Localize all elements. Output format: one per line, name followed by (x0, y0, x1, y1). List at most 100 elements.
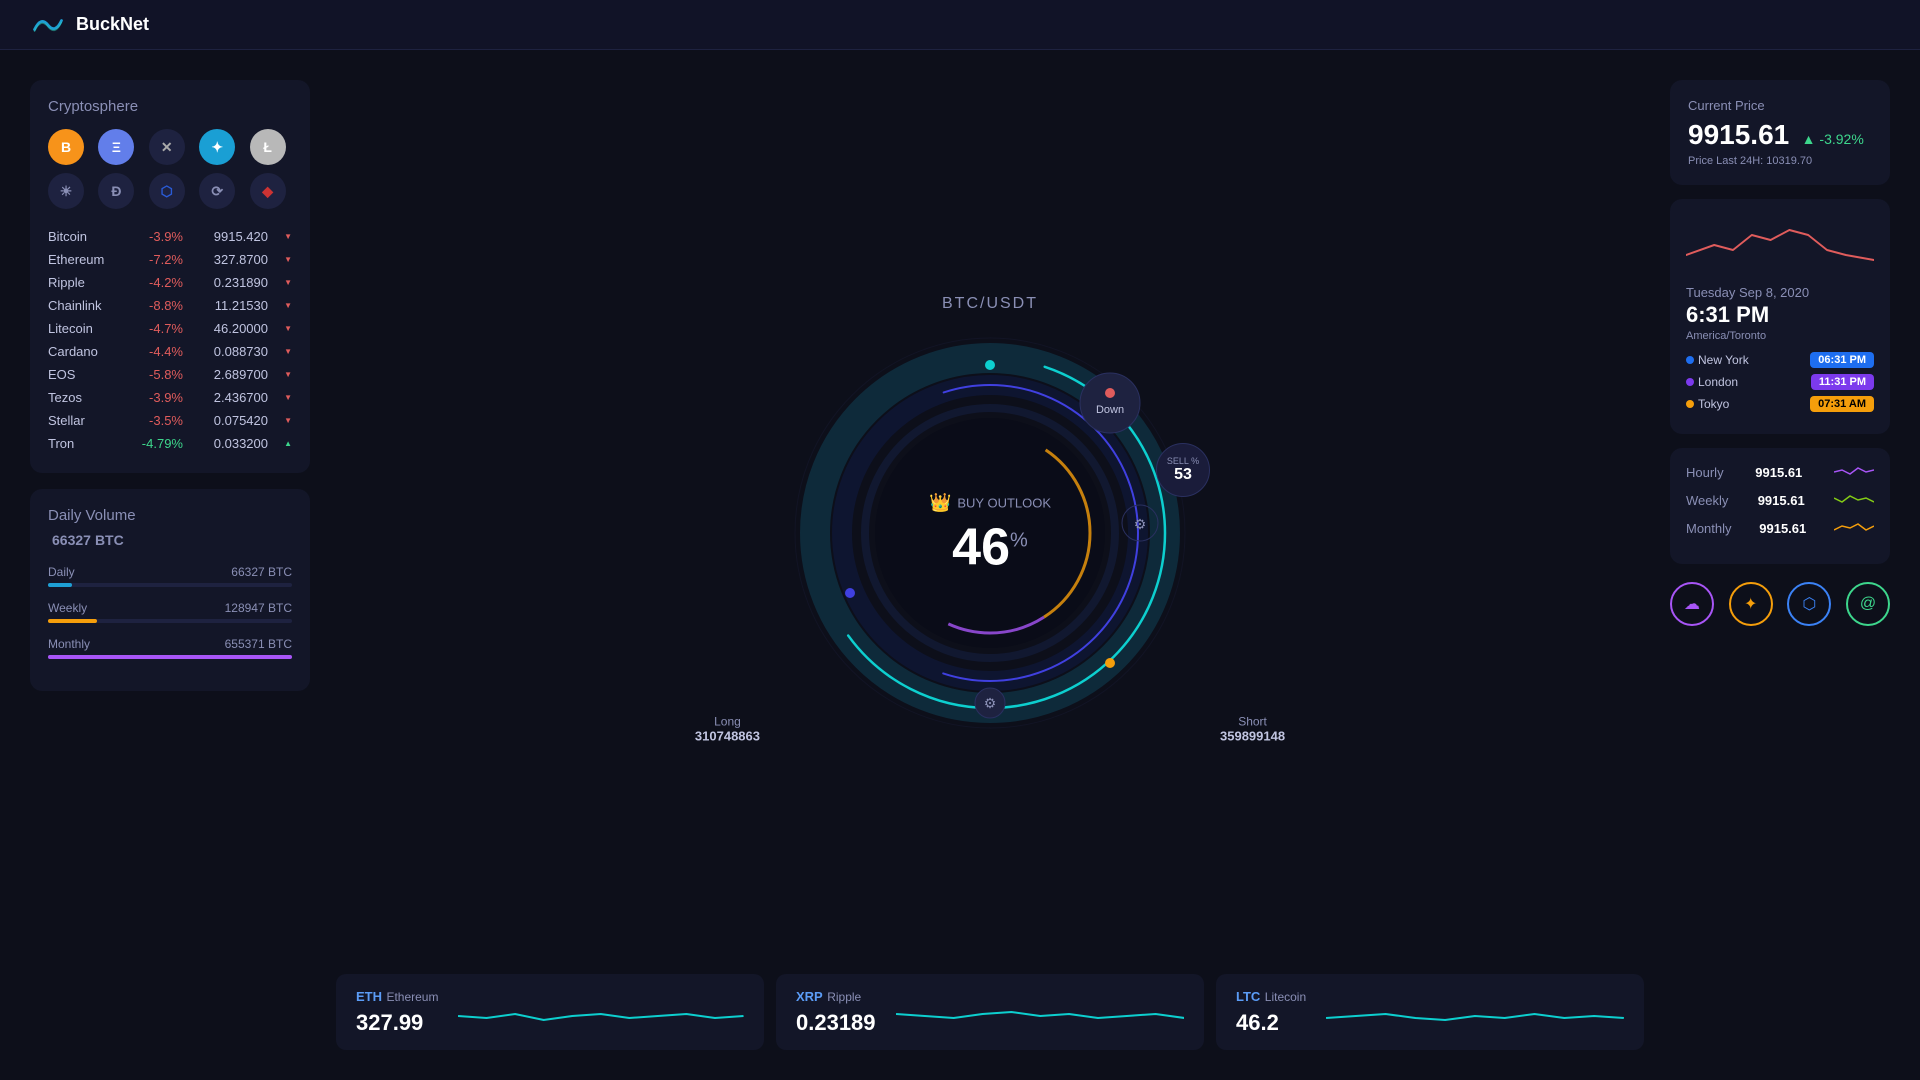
tz-time-badge: 11:31 PM (1811, 374, 1874, 390)
ticker-symbol: LTC (1236, 989, 1260, 1004)
crypto-icons-grid: BΞ ✕ ✦ Ł ☀ Ð ⬡ ⟳ ◆ (48, 129, 292, 209)
bottom-icon-star[interactable]: ✦ (1729, 582, 1773, 626)
ticker-name: Ripple (827, 990, 861, 1004)
coin-name: Stellar (48, 413, 123, 428)
ticker-chart (896, 996, 1184, 1036)
coin-price: 0.075420 (193, 413, 268, 428)
crypto-row-bitcoin[interactable]: Bitcoin -3.9% 9915.420 ▼ (48, 225, 292, 248)
volume-amount: 66327BTC (48, 528, 292, 551)
volume-row-weekly: Weekly128947 BTC (48, 601, 292, 623)
crypto-icon-link[interactable]: ⬡ (149, 173, 185, 209)
coin-change: -4.79% (133, 436, 183, 451)
coin-name: Cardano (48, 344, 123, 359)
coin-name: Tron (48, 436, 123, 451)
ticker-symbol: XRP (796, 989, 823, 1004)
volume-bar-bg (48, 583, 292, 587)
ticker-item-eth[interactable]: ETH Ethereum 327.99 (336, 974, 764, 1050)
ticker-info: LTC Litecoin 46.2 (1236, 988, 1306, 1036)
crypto-icon-xlm[interactable]: ✦ (199, 129, 235, 165)
gauge-value: 46 (952, 522, 1010, 574)
volume-label: Weekly128947 BTC (48, 601, 292, 615)
crypto-row-ethereum[interactable]: Ethereum -7.2% 327.8700 ▼ (48, 248, 292, 271)
volume-unit: BTC (95, 532, 124, 548)
crypto-row-tron[interactable]: Tron -4.79% 0.033200 ▲ (48, 432, 292, 455)
tz-dot-icon (1686, 378, 1694, 386)
svg-text:⚙: ⚙ (1134, 516, 1147, 532)
stat-value: 9915.61 (1759, 521, 1806, 536)
coin-price: 46.20000 (193, 321, 268, 336)
ticker-item-ltc[interactable]: LTC Litecoin 46.2 (1216, 974, 1644, 1050)
crypto-icon-sun[interactable]: ☀ (48, 173, 84, 209)
price-row: 9915.61 ▲ -3.92% (1688, 119, 1872, 151)
crypto-icon-doge[interactable]: Ð (98, 173, 134, 209)
bottom-icon-cloud[interactable]: ☁ (1670, 582, 1714, 626)
crypto-icon-btc[interactable]: B (48, 129, 84, 165)
coin-name: Chainlink (48, 298, 123, 313)
coin-change: -4.7% (133, 321, 183, 336)
coin-arrow-icon: ▼ (278, 301, 292, 310)
coin-change: -8.8% (133, 298, 183, 313)
volume-bar-fill (48, 619, 97, 623)
tz-rows: New York 06:31 PM London 11:31 PM Tokyo … (1686, 352, 1874, 412)
coin-arrow-icon: ▼ (278, 347, 292, 356)
crypto-row-chainlink[interactable]: Chainlink -8.8% 11.21530 ▼ (48, 294, 292, 317)
cryptosphere-title: Cryptosphere (48, 98, 292, 115)
crypto-row-ripple[interactable]: Ripple -4.2% 0.231890 ▼ (48, 271, 292, 294)
gauge-wrapper: Down ⚙ ⚙ ♡ 👑 BUY OUT (780, 323, 1200, 743)
crypto-row-eos[interactable]: EOS -5.8% 2.689700 ▼ (48, 363, 292, 386)
volume-bar-fill (48, 655, 292, 659)
crypto-table: Bitcoin -3.9% 9915.420 ▼ Ethereum -7.2% … (48, 225, 292, 455)
time-clock: 6:31 PM (1686, 302, 1874, 328)
time-chart (1686, 215, 1874, 275)
ticker-name: Litecoin (1265, 990, 1306, 1004)
crypto-icon-ada[interactable]: ◆ (250, 173, 286, 209)
svg-text:⚙: ⚙ (984, 695, 997, 711)
coin-change: -5.8% (133, 367, 183, 382)
volume-label: Monthly655371 BTC (48, 637, 292, 651)
bottom-icon-chip[interactable]: ⬡ (1787, 582, 1831, 626)
tz-city: Tokyo (1686, 397, 1729, 411)
volume-label: Daily66327 BTC (48, 565, 292, 579)
stat-value: 9915.61 (1755, 465, 1802, 480)
logo-icon (30, 7, 66, 43)
svg-text:Down: Down (1096, 404, 1124, 416)
coin-price: 11.21530 (193, 298, 268, 313)
coin-name: Tezos (48, 390, 123, 405)
coin-price: 2.436700 (193, 390, 268, 405)
stat-sparkline-icon (1834, 464, 1874, 480)
current-price-label: Current Price (1688, 98, 1872, 113)
stat-sparkline-icon (1834, 492, 1874, 508)
crypto-icon-xmr[interactable]: ✕ (149, 129, 185, 165)
tz-city-name: Tokyo (1698, 397, 1729, 411)
volume-bar-fill (48, 583, 72, 587)
stat-row-hourly: Hourly 9915.61 (1686, 464, 1874, 480)
crypto-icon-eth[interactable]: Ξ (98, 129, 134, 165)
tz-dot-icon (1686, 400, 1694, 408)
tz-row-tokyo: Tokyo 07:31 AM (1686, 396, 1874, 412)
crypto-row-litecoin[interactable]: Litecoin -4.7% 46.20000 ▼ (48, 317, 292, 340)
stat-row-weekly: Weekly 9915.61 (1686, 492, 1874, 508)
coin-change: -7.2% (133, 252, 183, 267)
gauge-percent: % (1010, 530, 1028, 553)
coin-name: Ripple (48, 275, 123, 290)
sell-bubble: SELL % 53 (1156, 443, 1210, 497)
crypto-row-cardano[interactable]: Cardano -4.4% 0.088730 ▼ (48, 340, 292, 363)
ticker-name: Ethereum (386, 990, 438, 1004)
crypto-icon-atom[interactable]: ⟳ (199, 173, 235, 209)
crypto-row-tezos[interactable]: Tezos -3.9% 2.436700 ▼ (48, 386, 292, 409)
logo-area: BuckNet (30, 7, 149, 43)
bottom-icon-at[interactable]: @ (1846, 582, 1890, 626)
tz-city: London (1686, 375, 1738, 389)
coin-arrow-icon: ▼ (278, 370, 292, 379)
chart-container: BTC/USDT Long 310748863 (330, 80, 1650, 958)
coin-arrow-icon: ▼ (278, 416, 292, 425)
ticker-item-xrp[interactable]: XRP Ripple 0.23189 (776, 974, 1204, 1050)
tz-city-name: New York (1698, 353, 1749, 367)
crypto-row-stellar[interactable]: Stellar -3.5% 0.075420 ▼ (48, 409, 292, 432)
coin-change: -3.5% (133, 413, 183, 428)
stat-sparkline-icon (1834, 520, 1874, 536)
volume-bars: Daily66327 BTC Weekly128947 BTC Monthly6… (48, 565, 292, 659)
ticker-symbol: ETH (356, 989, 382, 1004)
crypto-icon-ltc[interactable]: Ł (250, 129, 286, 165)
volume-bar-bg (48, 655, 292, 659)
